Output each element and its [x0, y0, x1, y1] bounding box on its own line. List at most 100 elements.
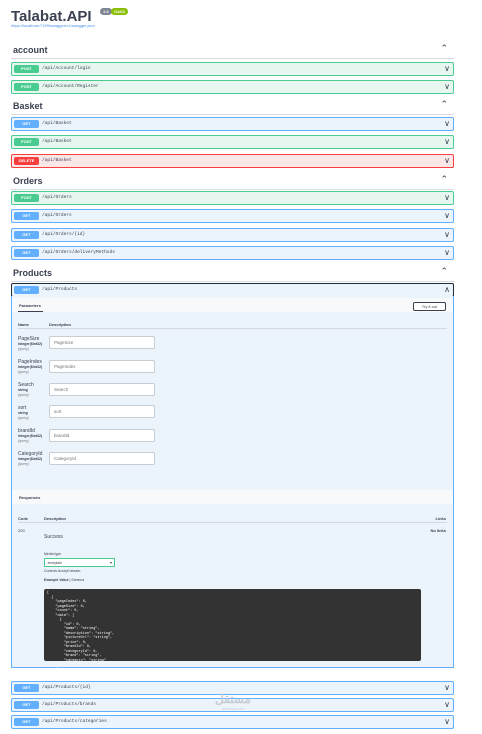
param-location: (query) [18, 370, 30, 374]
param-location: (query) [18, 462, 30, 466]
chevron-down-icon[interactable]: ∨ [444, 717, 450, 726]
op-path: /api/Orders/{id} [42, 232, 86, 237]
op-path: /api/Basket [42, 158, 72, 163]
response-links: No links [430, 528, 446, 533]
chevron-down-icon[interactable]: ∨ [444, 211, 450, 220]
chevron-down-icon[interactable]: ∨ [444, 193, 450, 202]
api-header: Talabat.API 1.0 OAS3 https://localhost:7… [11, 8, 471, 30]
col-links-header: Links [435, 516, 446, 521]
section-title: account [13, 45, 48, 55]
op-path: /api/Products/brands [42, 702, 97, 707]
chevron-down-icon[interactable]: ∨ [444, 64, 450, 73]
chevron-down-icon[interactable]: ∨ [444, 700, 450, 709]
op-post-account-register[interactable]: POST /api/Account/Register ∨ [11, 80, 454, 94]
response-code: 200 [18, 528, 25, 533]
op-path: /api/Basket [42, 121, 72, 126]
col-code-header: Code [18, 516, 28, 521]
brandid-input[interactable] [49, 429, 155, 442]
method-badge: GET [14, 212, 39, 220]
search-input[interactable] [49, 383, 155, 396]
method-badge: POST [14, 138, 39, 146]
section-orders[interactable]: Orders ⌃ [11, 172, 454, 190]
chevron-up-icon[interactable]: ⌃ [440, 43, 448, 54]
chevron-up-icon[interactable]: ⌃ [440, 99, 448, 110]
param-location: (query) [18, 393, 30, 397]
chevron-down-icon[interactable]: ∨ [444, 683, 450, 692]
sort-input[interactable] [49, 405, 155, 418]
method-badge: GET [14, 249, 39, 257]
categoryid-input[interactable] [49, 452, 155, 465]
op-post-orders[interactable]: POST /api/Orders ∨ [11, 191, 454, 205]
example-value-tab[interactable]: Example Value [44, 578, 69, 582]
op-path: /api/Products/{id} [42, 685, 91, 690]
example-json: [ { "pageIndex": 0, "pageSize": 0, "coun… [47, 591, 115, 681]
op-get-products-categories[interactable]: GET /api/Products/categories ∨ [11, 715, 454, 729]
media-type-select[interactable]: text/plain ▾ [44, 558, 115, 567]
try-it-out-button[interactable]: Try it out [413, 302, 446, 311]
method-badge: GET [14, 718, 39, 726]
chevron-down-icon[interactable]: ∨ [444, 82, 450, 91]
chevron-down-icon[interactable]: ∨ [444, 230, 450, 239]
op-get-products[interactable]: GET /api/Products ∧ [11, 283, 454, 297]
chevron-down-icon: ▾ [109, 560, 112, 565]
method-badge: GET [14, 684, 39, 692]
section-basket[interactable]: Basket ⌃ [11, 97, 454, 115]
chevron-down-icon[interactable]: ∨ [444, 248, 450, 257]
example-code-block: [ { "pageIndex": 0, "pageSize": 0, "coun… [44, 589, 421, 681]
op-get-order-by-id[interactable]: GET /api/Orders/{id} ∨ [11, 228, 454, 242]
op-get-products-body: Parameters Try it out Name Description P… [11, 296, 454, 681]
param-location: (query) [18, 347, 30, 351]
pageindex-input[interactable] [49, 360, 155, 373]
example-tabs: Example Value | Schema [44, 578, 84, 582]
chevron-down-icon[interactable]: ∨ [444, 119, 450, 128]
responses-title: Responses [19, 495, 41, 500]
col-description-header: Description [44, 516, 67, 521]
method-badge: POST [14, 65, 39, 73]
parameters-bar: Parameters Try it out [12, 298, 453, 312]
op-path: /api/Account/Register [42, 84, 99, 89]
op-path: /api/Orders/deliveryMethods [42, 250, 115, 255]
schema-tab[interactable]: Schema [71, 578, 84, 582]
method-badge: POST [14, 194, 39, 202]
section-title: Basket [13, 101, 43, 111]
spec-url-link[interactable]: https://localhost:7199/swagger/v1/swagge… [11, 23, 95, 28]
chevron-down-icon[interactable]: ∨ [444, 137, 450, 146]
watermark-latin: mostaql.com [221, 706, 245, 711]
controls-accept-note: Controls Accept header. [44, 569, 82, 573]
section-title: Orders [13, 176, 43, 186]
chevron-down-icon[interactable]: ∨ [444, 156, 450, 165]
tab-underline [18, 311, 43, 312]
param-type: integer($int32) [18, 434, 43, 438]
op-path: /api/Orders [42, 213, 72, 218]
parameters-tab[interactable]: Parameters [19, 303, 41, 308]
op-get-delivery-methods[interactable]: GET /api/Orders/deliveryMethods ∨ [11, 246, 454, 260]
param-location: (query) [18, 416, 30, 420]
section-title: Products [13, 268, 53, 278]
col-description-header: Description [49, 322, 72, 327]
chevron-up-icon[interactable]: ⌃ [440, 174, 448, 185]
param-location: (query) [18, 439, 30, 443]
chevron-up-icon[interactable]: ∧ [444, 285, 450, 294]
op-get-basket[interactable]: GET /api/Basket ∨ [11, 117, 454, 131]
param-type: integer($int32) [18, 365, 43, 369]
pagesize-input[interactable] [49, 336, 155, 349]
op-get-orders[interactable]: GET /api/Orders ∨ [11, 209, 454, 223]
response-description: Success [44, 534, 63, 540]
op-delete-basket[interactable]: DELETE /api/Basket ∨ [11, 154, 454, 168]
param-type: string [18, 411, 28, 415]
op-path: /api/Orders [42, 195, 72, 200]
watermark-arabic: مستقل [215, 692, 251, 706]
section-account[interactable]: account ⌃ [11, 41, 454, 59]
section-products[interactable]: Products ⌃ [11, 264, 454, 282]
chevron-up-icon[interactable]: ⌃ [440, 266, 448, 277]
op-post-account-login[interactable]: POST /api/Account/login ∨ [11, 62, 454, 76]
divider [18, 328, 447, 329]
media-type-label: Media type [44, 552, 62, 556]
op-path: /api/Products [42, 287, 78, 292]
method-badge: GET [14, 231, 39, 239]
param-type: string [18, 388, 28, 392]
op-post-basket[interactable]: POST /api/Basket ∨ [11, 135, 454, 149]
param-type: integer($int32) [18, 342, 43, 346]
param-type: integer($int32) [18, 457, 43, 461]
oas-badge: OAS3 [111, 8, 128, 15]
